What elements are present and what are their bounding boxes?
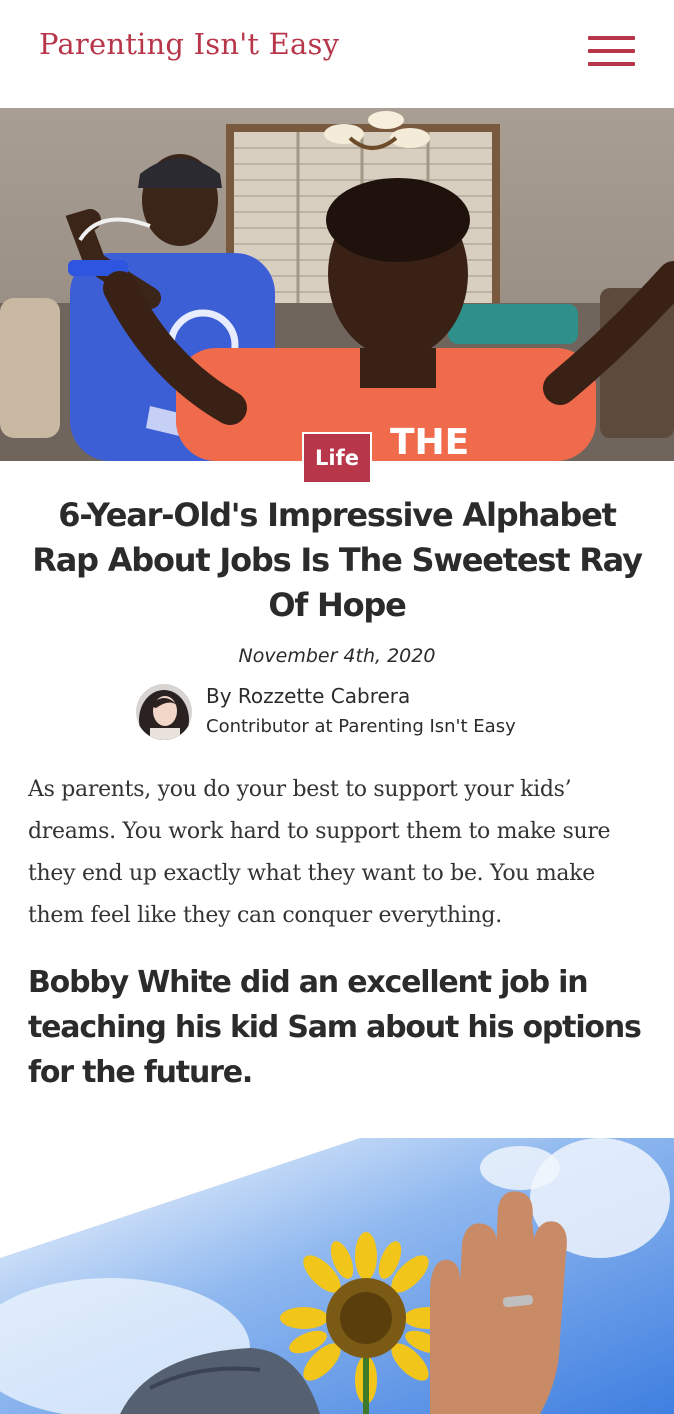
- menu-bar: [588, 49, 635, 53]
- menu-bar: [588, 36, 635, 40]
- category-badge[interactable]: Life: [302, 432, 372, 484]
- svg-text:THE: THE: [390, 422, 469, 461]
- author-byline[interactable]: By Rozzette Cabrera: [206, 684, 410, 708]
- article-image: [0, 1138, 674, 1414]
- author-role: Contributor at Parenting Isn't Easy: [206, 716, 516, 737]
- author-avatar[interactable]: [136, 684, 192, 740]
- site-logo[interactable]: Parenting Isn't Easy: [39, 27, 339, 61]
- publish-date: November 4th, 2020: [238, 645, 436, 667]
- hero-image: THE: [0, 108, 674, 461]
- hamburger-menu-icon[interactable]: [588, 36, 636, 66]
- article-intro-paragraph: As parents, you do your best to support …: [28, 777, 611, 928]
- menu-bar: [588, 62, 635, 66]
- article-subheading: Bobby White did an excellent job in teac…: [28, 965, 642, 1090]
- article-title: 6-Year-Old's Impressive Alphabet Rap Abo…: [32, 496, 643, 624]
- site-header: Parenting Isn't Easy: [0, 0, 674, 108]
